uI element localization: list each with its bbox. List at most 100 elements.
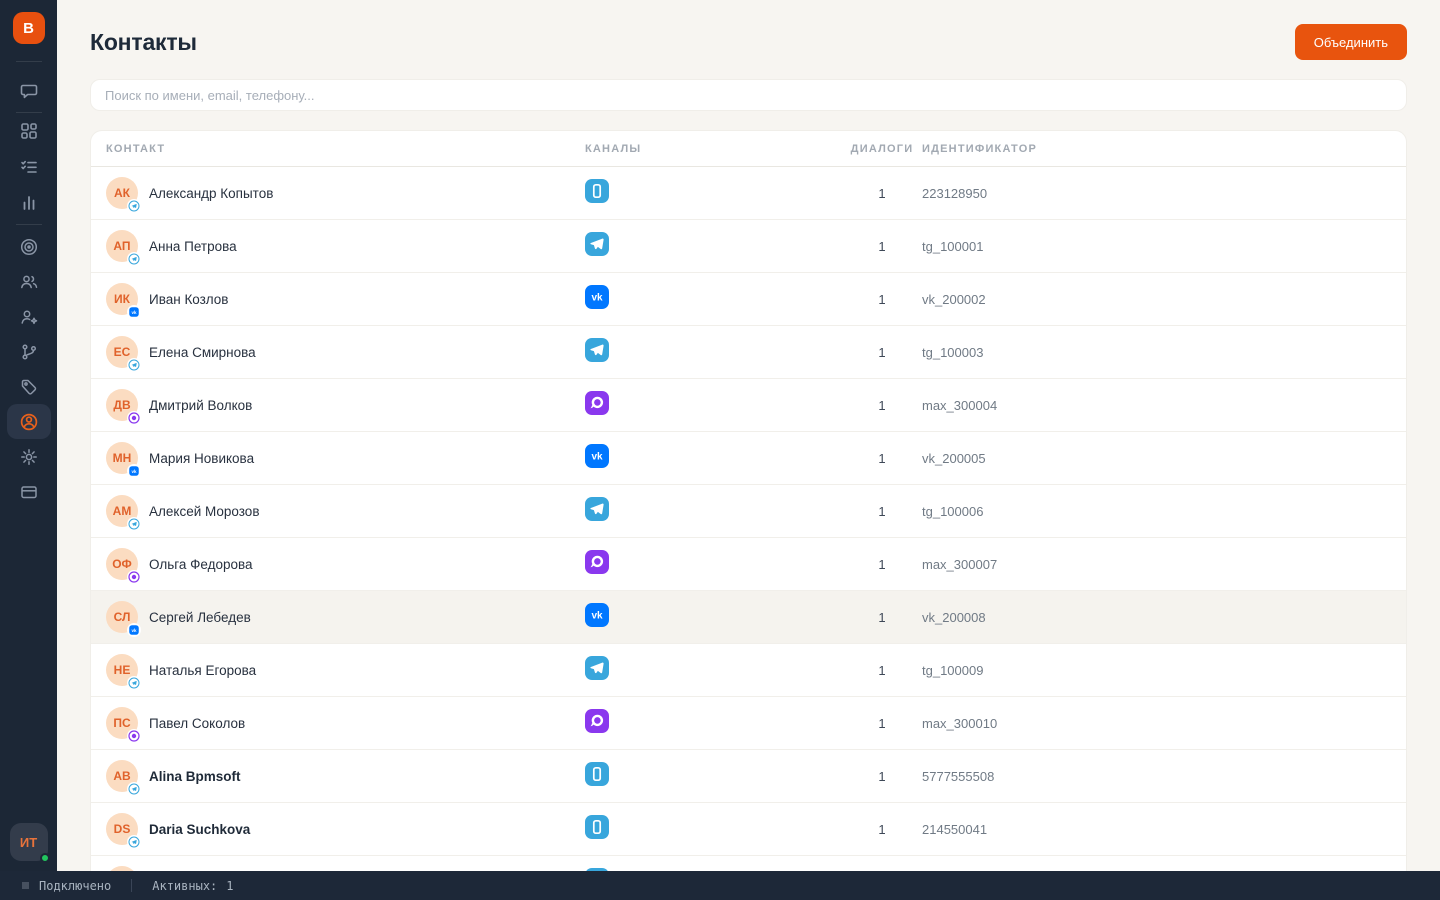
max-badge-icon bbox=[127, 570, 141, 584]
table-row[interactable]: АК Александр Копытов 1 223128950 bbox=[91, 167, 1406, 220]
max-channel-icon bbox=[585, 549, 609, 579]
max-channel-icon bbox=[585, 708, 609, 738]
analytics-icon bbox=[19, 193, 39, 213]
contact-name: Павел Соколов bbox=[149, 715, 246, 731]
table-body: АК Александр Копытов 1 223128950 АП Анна… bbox=[91, 167, 1406, 871]
svg-text:vk: vk bbox=[591, 292, 603, 303]
vk-channel-icon: vk bbox=[585, 602, 609, 632]
vk-channel-icon: vk bbox=[585, 284, 609, 314]
avatar-initials: ОФ bbox=[112, 557, 132, 571]
column-header-identifier: ИДЕНТИФИКАТОР bbox=[922, 142, 1037, 155]
contact-cell: АМ Алексей Морозов bbox=[91, 495, 585, 531]
sidebar-item-person-add[interactable] bbox=[7, 299, 51, 334]
table-row[interactable]: AB Alina Bpmsoft 1 5777555508 bbox=[91, 750, 1406, 803]
sidebar-item-dashboard[interactable] bbox=[7, 113, 51, 149]
telegram-badge-icon bbox=[127, 676, 141, 690]
user-initials: ИТ bbox=[19, 834, 38, 850]
dialogs-count: 1 bbox=[878, 768, 886, 784]
avatar-initials: НЕ bbox=[113, 663, 131, 677]
table-row[interactable]: ПС Павел Соколов 1 max_300010 bbox=[91, 697, 1406, 750]
identifier: tg_100001 bbox=[922, 238, 984, 254]
telegram-channel-icon bbox=[585, 231, 609, 261]
sidebar-item-contacts[interactable] bbox=[6, 404, 51, 439]
table-row[interactable]: ДВ Дмитрий Волков 1 max_300004 bbox=[91, 379, 1406, 432]
avatar: СЛ vk bbox=[106, 601, 141, 637]
sidebar-item-people[interactable] bbox=[7, 264, 51, 299]
contact-name: Daria Suchkova bbox=[149, 821, 251, 837]
mobile-channel-icon bbox=[585, 761, 609, 791]
vk-badge-icon: vk bbox=[127, 623, 141, 637]
contact-name: Алексей Морозов bbox=[149, 503, 260, 519]
table-row[interactable] bbox=[91, 856, 1406, 871]
sidebar-item-git-branch[interactable] bbox=[7, 334, 51, 369]
svg-text:vk: vk bbox=[131, 628, 137, 633]
app-logo[interactable]: B bbox=[12, 12, 45, 44]
identifier: vk_200005 bbox=[922, 450, 986, 466]
table-row[interactable]: ЕС Елена Смирнова 1 tg_100003 bbox=[91, 326, 1406, 379]
chat-icon bbox=[19, 81, 39, 101]
page-header: Контакты Объединить bbox=[90, 24, 1407, 60]
user-avatar[interactable]: ИТ bbox=[9, 823, 50, 863]
table-row[interactable]: НЕ Наталья Егорова 1 tg_100009 bbox=[91, 644, 1406, 697]
sidebar-item-analytics[interactable] bbox=[7, 185, 51, 221]
table-row[interactable]: МН vk Мария Новикова vk 1 vk_200005 bbox=[91, 432, 1406, 485]
contact-name: Анна Петрова bbox=[149, 238, 237, 254]
telegram-channel-icon bbox=[585, 655, 609, 685]
avatar-initials: АК bbox=[114, 186, 130, 200]
avatar-initials: DS bbox=[113, 822, 131, 836]
contact-name: Иван Козлов bbox=[149, 291, 229, 307]
sidebar-item-settings[interactable] bbox=[7, 439, 51, 474]
contact-name: Елена Смирнова bbox=[149, 344, 256, 360]
channel-cell: vk bbox=[585, 443, 842, 473]
contact-name: Александр Копытов bbox=[149, 185, 274, 201]
telegram-badge-icon bbox=[127, 782, 141, 796]
table-header: КОНТАКТ КАНАЛЫ ДИАЛОГИ ИДЕНТИФИКАТОР bbox=[91, 131, 1406, 167]
sidebar-item-billing[interactable] bbox=[7, 474, 51, 509]
merge-button[interactable]: Объединить bbox=[1294, 24, 1407, 60]
sidebar-item-broadcast[interactable] bbox=[7, 229, 51, 264]
avatar-initials: ИК bbox=[114, 292, 130, 306]
contacts-table: КОНТАКТ КАНАЛЫ ДИАЛОГИ ИДЕНТИФИКАТОР АК … bbox=[90, 130, 1407, 871]
avatar: ПС bbox=[106, 707, 141, 743]
table-row[interactable]: АП Анна Петрова 1 tg_100001 bbox=[91, 220, 1406, 273]
sidebar-item-checklist[interactable] bbox=[7, 149, 51, 185]
channel-cell: vk bbox=[585, 602, 842, 632]
avatar-initials: АМ bbox=[112, 504, 132, 518]
telegram-badge-icon bbox=[127, 252, 141, 266]
contact-name: Сергей Лебедев bbox=[149, 609, 251, 625]
channel-cell bbox=[585, 761, 842, 791]
svg-text:vk: vk bbox=[131, 469, 137, 474]
table-row[interactable]: ИК vk Иван Козлов vk 1 vk_200002 bbox=[91, 273, 1406, 326]
contact-cell: ИК vk Иван Козлов bbox=[91, 283, 585, 319]
identifier: 214550041 bbox=[922, 821, 988, 837]
sidebar-item-tag[interactable] bbox=[7, 369, 51, 404]
table-row[interactable]: СЛ vk Сергей Лебедев vk 1 vk_200008 bbox=[91, 591, 1406, 644]
contacts-icon bbox=[19, 412, 39, 432]
vk-badge-icon: vk bbox=[127, 305, 141, 319]
identifier: 223128950 bbox=[922, 185, 988, 201]
table-row[interactable]: АМ Алексей Морозов 1 tg_100006 bbox=[91, 485, 1406, 538]
channel-cell bbox=[585, 655, 842, 685]
column-header-contact: КОНТАКТ bbox=[106, 142, 166, 155]
sidebar-divider bbox=[15, 61, 42, 62]
table-row[interactable]: ОФ Ольга Федорова 1 max_300007 bbox=[91, 538, 1406, 591]
dialogs-count: 1 bbox=[878, 238, 886, 254]
app-logo-letter: B bbox=[23, 19, 34, 37]
identifier: 5777555508 bbox=[922, 768, 995, 784]
avatar: АМ bbox=[106, 495, 141, 531]
avatar: МН vk bbox=[106, 442, 141, 478]
contact-cell: МН vk Мария Новикова bbox=[91, 442, 585, 478]
dialogs-count: 1 bbox=[878, 344, 886, 360]
channel-cell bbox=[585, 496, 842, 526]
avatar-initials: ДВ bbox=[113, 398, 131, 412]
search-input[interactable] bbox=[90, 79, 1407, 111]
tag-icon bbox=[19, 377, 39, 397]
sidebar-item-chat[interactable] bbox=[7, 73, 51, 109]
contact-name: Мария Новикова bbox=[149, 450, 255, 466]
identifier: vk_200008 bbox=[922, 609, 986, 625]
table-row[interactable]: DS Daria Suchkova 1 214550041 bbox=[91, 803, 1406, 856]
status-bar-divider bbox=[131, 879, 133, 892]
telegram-badge-icon bbox=[127, 517, 141, 531]
avatar: AB bbox=[106, 760, 141, 796]
dialogs-count: 1 bbox=[878, 450, 886, 466]
